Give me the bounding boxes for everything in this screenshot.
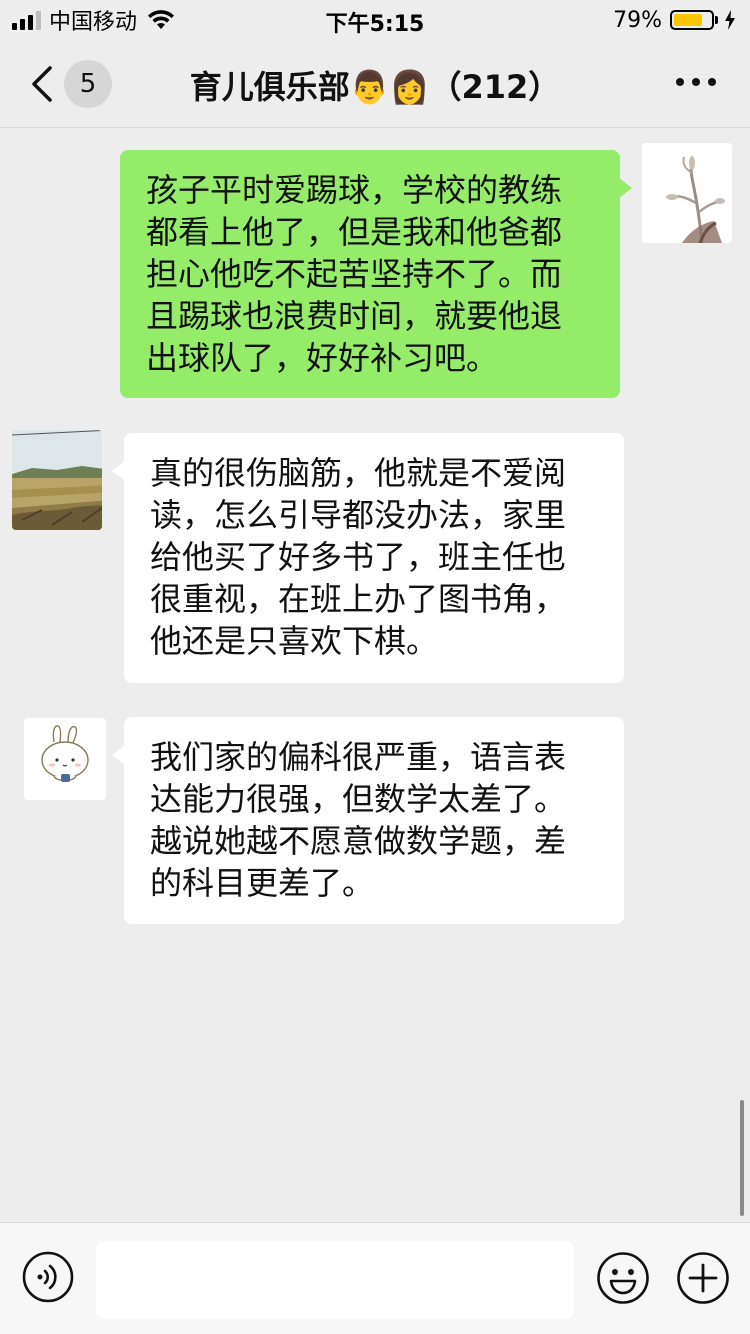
field-landscape-photo [12, 430, 102, 530]
member-message-bubble[interactable]: 真的很伤脑筋，他就是不爱阅 读，怎么引导都没办法，家里 给他买了好多书了，班主任… [112, 433, 624, 683]
battery-level [674, 14, 702, 26]
message-input[interactable] [96, 1241, 574, 1319]
member-avatar[interactable] [24, 718, 106, 800]
charging-bolt-icon [725, 10, 735, 30]
status-right: 79% [613, 6, 736, 34]
plus-circle-icon[interactable] [676, 1251, 730, 1305]
chat-title: 育儿俱乐部👨👩（212） [189, 68, 561, 106]
battery-icon [670, 10, 714, 30]
my-message-bubble[interactable]: 孩子平时爱踢球，学校的教练 都看上他了，但是我和他爸都 担心他吃不起苦坚持不了。… [120, 150, 632, 398]
dry-flower-photo [642, 143, 732, 243]
status-bar: 中国移动 下午5:15 79% [0, 0, 750, 40]
voice-icon[interactable] [22, 1251, 74, 1303]
chat-scrollbar[interactable] [740, 1100, 744, 1216]
more-dots-icon[interactable] [676, 78, 716, 86]
battery-percent: 79% [613, 7, 662, 33]
cartoon-bunny [24, 718, 106, 800]
battery-cap [715, 16, 718, 24]
member-avatar[interactable] [12, 430, 102, 530]
chat-screen: 中国移动 下午5:15 79% 5 育儿俱乐部👨👩（212） 孩子平时爱踢球，学… [0, 0, 750, 1334]
input-bar [0, 1222, 750, 1334]
member-message-bubble[interactable]: 我们家的偏科很严重，语言表 达能力很强，但数学太差了。 越说她越不愿意做数学题，… [112, 717, 624, 924]
chat-header: 5 育儿俱乐部👨👩（212） [0, 40, 750, 128]
my-avatar[interactable] [642, 143, 732, 243]
emoji-icon[interactable] [596, 1251, 650, 1305]
